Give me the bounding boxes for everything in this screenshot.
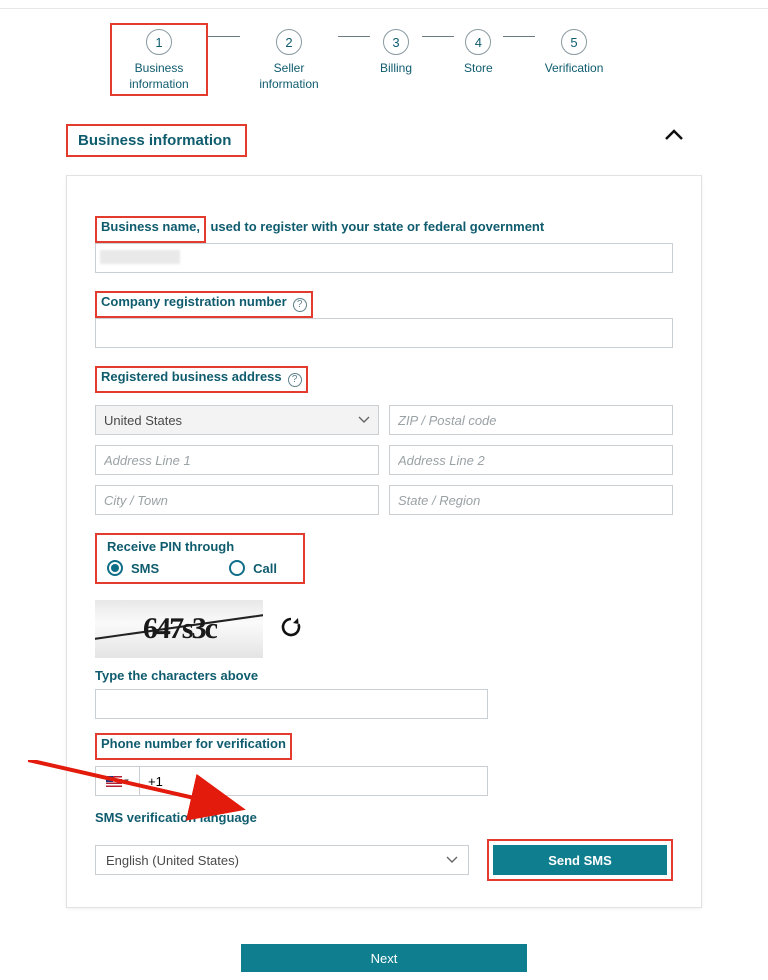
reg-addr-label-box: Registered business address ? (95, 366, 308, 393)
state-input[interactable] (389, 485, 673, 515)
step-connector (338, 36, 370, 37)
step-connector (208, 36, 240, 37)
country-select[interactable]: United States (95, 405, 379, 435)
help-icon[interactable]: ? (293, 298, 307, 312)
business-name-label-box: Business name, (95, 216, 206, 243)
zip-input[interactable] (389, 405, 673, 435)
chevron-down-icon (358, 416, 370, 424)
pin-option-sms[interactable]: SMS (107, 560, 159, 576)
address-line1-input[interactable] (95, 445, 379, 475)
step-number: 1 (146, 29, 172, 55)
business-name-value-redacted (100, 250, 180, 264)
section-header: Business information (66, 124, 702, 157)
step-business-information[interactable]: 1 Business information (110, 23, 208, 96)
section-title: Business information (66, 124, 247, 157)
step-label: Seller information (250, 61, 328, 92)
step-billing[interactable]: 3 Billing (370, 23, 422, 81)
send-sms-highlight: Send SMS (487, 839, 673, 881)
radio-icon (107, 560, 123, 576)
sms-lang-label: SMS verification language (95, 810, 673, 825)
step-number: 5 (561, 29, 587, 55)
pin-option-call[interactable]: Call (229, 560, 277, 576)
step-label: Store (464, 61, 493, 77)
next-button[interactable]: Next (241, 944, 527, 972)
captcha-refresh-icon[interactable] (279, 615, 303, 644)
step-seller-information[interactable]: 2 Seller information (240, 23, 338, 96)
captcha-image: 647s3c (95, 600, 263, 658)
registered-address-group: Registered business address ? United Sta… (95, 366, 673, 515)
step-connector (422, 36, 454, 37)
language-value: English (United States) (106, 853, 239, 868)
radio-icon (229, 560, 245, 576)
divider-top (0, 8, 768, 9)
company-reg-label-box: Company registration number ? (95, 291, 313, 318)
chevron-down-icon (446, 856, 458, 864)
captcha-prompt-label: Type the characters above (95, 668, 673, 683)
city-input[interactable] (95, 485, 379, 515)
pin-method-box: Receive PIN through SMS Call (95, 533, 305, 584)
chevron-down-icon: ▾ (124, 776, 129, 787)
captcha-text: 647s3c (142, 612, 216, 646)
captcha-entry-group: Type the characters above (95, 668, 673, 719)
phone-verif-group: Phone number for verification ▾ (95, 733, 673, 796)
step-store[interactable]: 4 Store (454, 23, 503, 81)
send-sms-button[interactable]: Send SMS (493, 845, 667, 875)
country-value: United States (104, 413, 182, 428)
phone-country-select[interactable]: ▾ (95, 766, 139, 796)
step-number: 3 (383, 29, 409, 55)
sms-lang-group: SMS verification language English (Unite… (95, 810, 673, 881)
us-flag-icon (106, 776, 122, 787)
company-reg-group: Company registration number ? (95, 291, 673, 348)
help-icon[interactable]: ? (288, 373, 302, 387)
step-number: 4 (465, 29, 491, 55)
pin-method-label: Receive PIN through (107, 539, 293, 554)
captcha-input[interactable] (95, 689, 488, 719)
wizard-steps: 1 Business information 2 Seller informat… (110, 23, 768, 96)
address-line2-input[interactable] (389, 445, 673, 475)
phone-verif-label-box: Phone number for verification (95, 733, 292, 760)
company-reg-input[interactable] (95, 318, 673, 348)
phone-input[interactable] (139, 766, 488, 796)
step-label: Verification (545, 61, 604, 77)
step-number: 2 (276, 29, 302, 55)
form-panel: Business name, used to register with you… (66, 175, 702, 908)
business-name-group: Business name, used to register with you… (95, 216, 673, 273)
step-label: Business information (120, 61, 198, 92)
step-label: Billing (380, 61, 412, 77)
business-name-label-rest: used to register with your state or fede… (210, 219, 544, 234)
step-connector (503, 36, 535, 37)
step-verification[interactable]: 5 Verification (535, 23, 614, 81)
language-select[interactable]: English (United States) (95, 845, 469, 875)
